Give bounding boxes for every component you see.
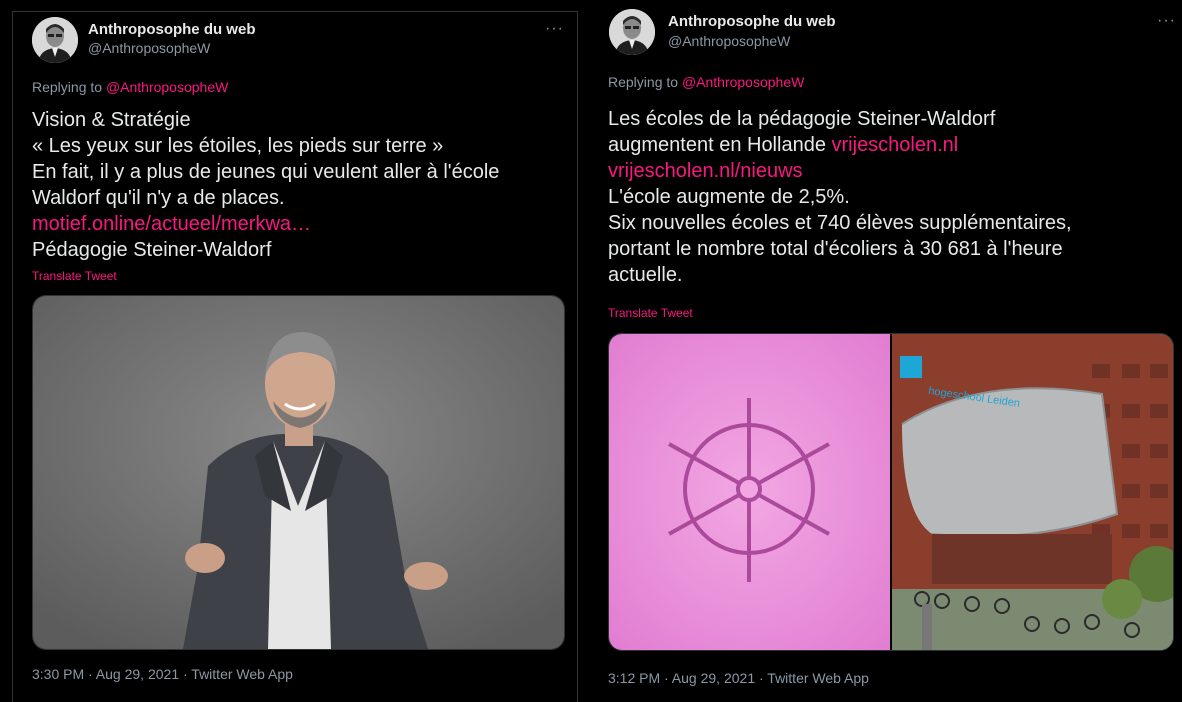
tweet-line: actuelle. <box>608 264 683 286</box>
replying-prefix: Replying to <box>32 79 103 95</box>
tweet-line-text: augmentent en Hollande <box>608 134 826 156</box>
author-avatar[interactable] <box>32 17 78 63</box>
avatar-portrait-icon <box>32 17 78 63</box>
tweet-line: Vision & Stratégie <box>32 109 191 131</box>
tweet-line: Les écoles de la pédagogie Steiner-Waldo… <box>608 108 996 130</box>
tweet-photo[interactable] <box>32 295 565 650</box>
more-options-icon[interactable]: ··· <box>1157 12 1176 30</box>
tweet-line: Pédagogie Steiner-Waldorf <box>32 239 272 261</box>
tweet-line: L'école augmente de 2,5%. <box>608 186 850 208</box>
tweet-timestamp[interactable]: 3:12 PM · Aug 29, 2021 · Twitter Web App <box>608 670 869 686</box>
tweet-text: Les écoles de la pédagogie Steiner-Waldo… <box>608 106 1173 288</box>
tweet-line: « Les yeux sur les étoiles, les pieds su… <box>32 135 444 157</box>
translate-tweet-link[interactable]: Translate Tweet <box>32 269 117 283</box>
author-avatar[interactable] <box>609 9 655 55</box>
tweet-line: augmentent en Hollande vrijescholen.nl <box>608 132 1173 158</box>
man-in-suit-photo <box>33 296 564 649</box>
tweet-link[interactable]: motief.online/actueel/merkwa… <box>32 211 572 237</box>
replying-to: Replying to @AnthroposopheW <box>32 79 228 95</box>
replying-mention-link[interactable]: @AnthroposopheW <box>682 74 804 90</box>
tweet-link[interactable]: vrijescholen.nl <box>832 134 959 156</box>
replying-prefix: Replying to <box>608 74 679 90</box>
author-handle[interactable]: @AnthroposopheW <box>88 40 210 56</box>
author-name[interactable]: Anthroposophe du web <box>668 13 835 30</box>
tweet-line: Waldorf qu'il n'y a de places. <box>32 187 285 209</box>
school-building-photo[interactable]: hogeschool Leiden <box>892 334 1173 650</box>
tweet-photo-grid[interactable]: hogeschool Leiden <box>608 333 1174 651</box>
tweet-line: Six nouvelles écoles et 740 élèves suppl… <box>608 212 1072 234</box>
tweet-line: En fait, il y a plus de jeunes qui veule… <box>32 161 500 183</box>
tweet-line: portant le nombre total d'écoliers à 30 … <box>608 238 1063 260</box>
author-name[interactable]: Anthroposophe du web <box>88 21 255 38</box>
tweet-card-2[interactable]: Anthroposophe du web @AnthroposopheW ···… <box>592 0 1182 691</box>
pink-wheel-symbol-photo[interactable] <box>609 334 890 650</box>
more-options-icon[interactable]: ··· <box>545 20 564 38</box>
tweet-text: Vision & Stratégie « Les yeux sur les ét… <box>32 107 572 263</box>
tweet-card-1[interactable]: Anthroposophe du web @AnthroposopheW ···… <box>12 11 578 702</box>
author-handle[interactable]: @AnthroposopheW <box>668 33 790 49</box>
tweet-timestamp[interactable]: 3:30 PM · Aug 29, 2021 · Twitter Web App <box>32 666 293 682</box>
replying-mention-link[interactable]: @AnthroposopheW <box>106 79 228 95</box>
replying-to: Replying to @AnthroposopheW <box>608 74 804 90</box>
avatar-portrait-icon <box>609 9 655 55</box>
tweet-link[interactable]: vrijescholen.nl/nieuws <box>608 158 1173 184</box>
translate-tweet-link[interactable]: Translate Tweet <box>608 306 693 320</box>
